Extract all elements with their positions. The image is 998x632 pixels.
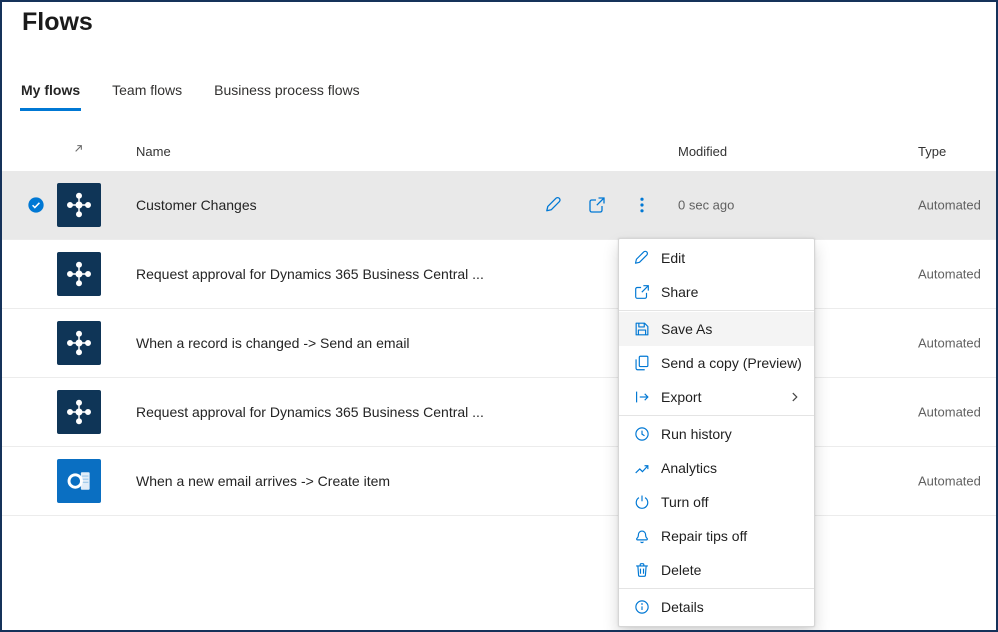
table-row[interactable]: When a new email arrives -> Create item …: [2, 447, 996, 516]
flow-type: Automated: [918, 198, 981, 213]
column-header-modified[interactable]: Modified: [678, 144, 727, 159]
menu-item-edit[interactable]: Edit: [619, 241, 814, 275]
pencil-icon[interactable]: [543, 194, 565, 216]
edit-icon: [633, 249, 651, 267]
flows-table: Customer Changes 0 sec ago Automated Req…: [2, 171, 996, 516]
share-icon[interactable]: [586, 194, 608, 216]
menu-item-analytics[interactable]: Analytics: [619, 451, 814, 485]
flow-type: Automated: [918, 336, 981, 351]
flow-type: Automated: [918, 267, 981, 282]
menu-item-run-history[interactable]: Run history: [619, 417, 814, 451]
flow-icon: [57, 183, 101, 227]
flow-context-menu: Edit Share Save As Send a copy (Preview): [618, 238, 815, 627]
flow-icon: [57, 252, 101, 296]
table-row[interactable]: Customer Changes 0 sec ago Automated: [2, 171, 996, 240]
table-row[interactable]: Request approval for Dynamics 365 Busine…: [2, 378, 996, 447]
flow-modified: 0 sec ago: [678, 198, 734, 213]
table-row[interactable]: Request approval for Dynamics 365 Busine…: [2, 240, 996, 309]
menu-item-label: Turn off: [661, 494, 708, 510]
power-icon: [633, 493, 651, 511]
menu-item-save-as[interactable]: Save As: [619, 312, 814, 346]
tab-my-flows[interactable]: My flows: [20, 80, 81, 111]
menu-divider: [619, 310, 814, 311]
info-icon: [633, 598, 651, 616]
menu-item-label: Export: [661, 389, 701, 405]
flow-name: Request approval for Dynamics 365 Busine…: [136, 404, 484, 420]
menu-item-label: Delete: [661, 562, 701, 578]
tab-team-flows[interactable]: Team flows: [111, 80, 183, 111]
menu-item-export[interactable]: Export: [619, 380, 814, 414]
menu-item-label: Repair tips off: [661, 528, 747, 544]
flow-type: Automated: [918, 405, 981, 420]
menu-item-label: Edit: [661, 250, 685, 266]
menu-item-label: Send a copy (Preview): [661, 355, 802, 371]
share-icon: [633, 283, 651, 301]
column-header-name[interactable]: Name: [136, 144, 171, 159]
flow-name: Request approval for Dynamics 365 Busine…: [136, 266, 484, 282]
menu-item-label: Run history: [661, 426, 732, 442]
page-title: Flows: [22, 8, 93, 37]
menu-item-label: Details: [661, 599, 704, 615]
analytics-icon: [633, 459, 651, 477]
flow-name: When a record is changed -> Send an emai…: [136, 335, 410, 351]
copy-icon: [633, 354, 651, 372]
menu-item-repair-tips-off[interactable]: Repair tips off: [619, 519, 814, 553]
menu-item-label: Share: [661, 284, 698, 300]
flows-page: Flows My flows Team flows Business proce…: [0, 0, 998, 632]
flow-type: Automated: [918, 474, 981, 489]
tab-bar: My flows Team flows Business process flo…: [20, 80, 361, 111]
menu-item-delete[interactable]: Delete: [619, 553, 814, 587]
flow-icon: [57, 390, 101, 434]
table-row[interactable]: When a record is changed -> Send an emai…: [2, 309, 996, 378]
chevron-right-icon: [788, 390, 802, 404]
menu-divider: [619, 415, 814, 416]
save-as-icon: [633, 320, 651, 338]
flow-name: Customer Changes: [136, 197, 257, 213]
menu-divider: [619, 588, 814, 589]
menu-item-share[interactable]: Share: [619, 275, 814, 309]
run-history-icon: [633, 425, 651, 443]
trash-icon: [633, 561, 651, 579]
outlook-icon: [57, 459, 101, 503]
menu-item-label: Save As: [661, 321, 712, 337]
selected-check-icon[interactable]: [27, 196, 45, 214]
flow-type-column-icon: [72, 142, 85, 155]
table-header: Name Modified Type: [2, 138, 996, 166]
column-header-type[interactable]: Type: [918, 144, 946, 159]
menu-item-details[interactable]: Details: [619, 590, 814, 624]
flow-icon: [57, 321, 101, 365]
menu-item-send-a-copy[interactable]: Send a copy (Preview): [619, 346, 814, 380]
menu-item-turn-off[interactable]: Turn off: [619, 485, 814, 519]
tab-business-process-flows[interactable]: Business process flows: [213, 80, 361, 111]
bell-icon: [633, 527, 651, 545]
kebab-icon[interactable]: [631, 194, 653, 216]
menu-item-label: Analytics: [661, 460, 717, 476]
flow-name: When a new email arrives -> Create item: [136, 473, 390, 489]
export-icon: [633, 388, 651, 406]
